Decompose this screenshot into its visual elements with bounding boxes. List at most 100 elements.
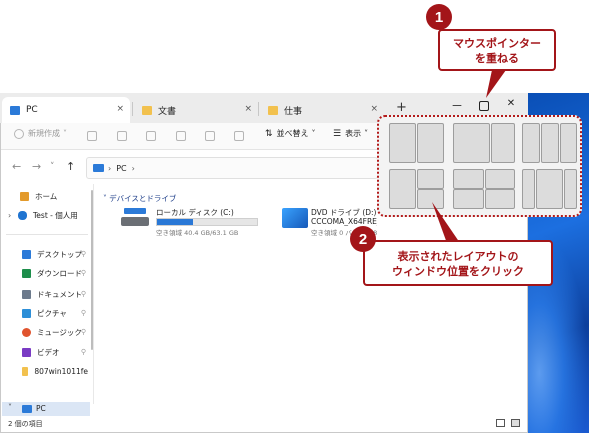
chevron-down-icon: ˅ [103, 194, 107, 203]
tab-close-icon[interactable]: × [116, 104, 124, 114]
sidebar-item-home[interactable]: ホーム [20, 188, 86, 204]
pc-icon [93, 164, 104, 172]
snap-zone[interactable] [453, 123, 490, 163]
tab-label: 文書 [158, 106, 177, 117]
pc-icon [10, 105, 20, 115]
tiles-view-icon[interactable] [511, 419, 520, 427]
sort-button-label: 並べ替え [276, 129, 309, 138]
snap-zone[interactable] [453, 169, 484, 189]
windows-logo-icon [124, 208, 146, 214]
sidebar-item-onedrive[interactable]: › Test - 個人用 [8, 207, 88, 223]
callout-pointer [486, 70, 506, 98]
recent-locations-button[interactable]: ˅ [50, 162, 55, 172]
tab-label: 仕事 [284, 106, 303, 117]
pin-icon: ⚲ [80, 309, 86, 317]
chevron-down-icon: ˅ [63, 129, 67, 138]
sort-icon: ⇅ [265, 128, 273, 139]
new-button-label: 新規作成 [28, 129, 60, 138]
home-icon [20, 191, 29, 201]
sidebar-item-documents[interactable]: ドキュメント ⚲ [22, 286, 86, 302]
snap-zone[interactable] [522, 123, 540, 163]
drive-usage-fill [157, 219, 193, 225]
back-button[interactable]: ← [12, 160, 21, 173]
sidebar-item-label: ビデオ [37, 347, 60, 357]
snap-zone[interactable] [560, 123, 577, 163]
tab-divider [258, 102, 259, 116]
sidebar-item-label: Test - 個人用 [33, 210, 78, 220]
sidebar-scrollbar[interactable] [91, 190, 93, 350]
minimize-button[interactable]: － [447, 97, 467, 114]
new-button[interactable]: 新規作成 ˅ [14, 128, 67, 139]
paste-icon[interactable] [146, 131, 156, 141]
pane-divider [93, 184, 94, 404]
step-badge: 2 [350, 226, 376, 252]
sidebar-item-label: ダウンロード [37, 268, 82, 278]
snap-zone[interactable] [485, 169, 515, 189]
sidebar-item-label: PC [36, 404, 46, 413]
share-icon[interactable] [205, 131, 215, 141]
snap-zone[interactable] [522, 169, 535, 209]
sidebar-item-label: デスクトップ [37, 249, 82, 259]
picture-icon [22, 308, 31, 318]
up-button[interactable]: ↑ [66, 160, 75, 173]
rename-icon[interactable] [176, 131, 186, 141]
delete-icon[interactable] [234, 131, 244, 141]
tab-close-icon[interactable]: × [244, 104, 252, 114]
snap-zone[interactable] [564, 169, 577, 209]
sidebar-item-music[interactable]: ミュージック ⚲ [22, 324, 86, 340]
tab-documents[interactable]: 文書 × [134, 97, 258, 123]
item-count: 2 個の項目 [8, 420, 43, 428]
pin-icon: ⚲ [80, 290, 86, 298]
callout-text: マウスポインター [453, 37, 541, 50]
snap-zone[interactable] [536, 169, 563, 209]
sidebar-item-videos[interactable]: ビデオ ⚲ [22, 344, 86, 360]
callout-text: ウィンドウ位置をクリック [392, 265, 524, 278]
drive-usage-bar [156, 218, 258, 226]
view-icon: ☰ [333, 128, 342, 139]
sidebar-item-downloads[interactable]: ダウンロード ⚲ [22, 265, 86, 281]
sidebar-item-pictures[interactable]: ピクチャ ⚲ [22, 305, 86, 321]
sidebar-item-label: ミュージック [37, 327, 82, 337]
new-tab-button[interactable]: + [396, 100, 407, 115]
pc-icon [22, 405, 32, 413]
snap-zone[interactable] [541, 123, 559, 163]
address-bar[interactable]: › PC › [86, 157, 378, 179]
sidebar-item-label: ピクチャ [37, 308, 67, 318]
pin-icon: ⚲ [80, 328, 86, 336]
breadcrumb-separator: › [131, 163, 135, 173]
snap-zone[interactable] [491, 123, 515, 163]
document-icon [22, 289, 31, 299]
music-icon [22, 327, 31, 337]
snap-zone[interactable] [417, 123, 444, 163]
sidebar-item-label: ホーム [35, 191, 58, 201]
group-header-devices[interactable]: ˅ デバイスとドライブ [103, 193, 176, 204]
snap-zone[interactable] [417, 169, 444, 189]
breadcrumb-separator: › [108, 163, 112, 173]
view-button[interactable]: ☰ 表示 ˅ [333, 128, 368, 139]
snap-zone[interactable] [389, 169, 416, 209]
chevron-down-icon: ˅ [311, 129, 316, 138]
chevron-right-icon[interactable]: › [8, 211, 15, 220]
pin-icon: ⚲ [80, 348, 86, 356]
plus-icon [14, 128, 24, 139]
tab-divider [132, 102, 133, 116]
sidebar-item-folder[interactable]: 807win1011fe [22, 363, 88, 379]
snap-zone[interactable] [485, 189, 515, 209]
snap-zone[interactable] [389, 123, 416, 163]
sidebar-item-pc[interactable]: ˅ PC [2, 402, 90, 416]
callout-text: を重ねる [475, 52, 519, 65]
details-view-icon[interactable] [496, 419, 505, 427]
folder-icon [268, 105, 278, 115]
cloud-icon [18, 210, 27, 220]
tab-work[interactable]: 仕事 × [260, 97, 384, 123]
sort-button[interactable]: ⇅ 並べ替え ˅ [265, 128, 316, 139]
cut-icon[interactable] [87, 131, 97, 141]
tab-pc[interactable]: PC × [2, 97, 130, 123]
forward-button[interactable]: → [32, 160, 41, 173]
sidebar-item-desktop[interactable]: デスクトップ ⚲ [22, 246, 86, 262]
tab-close-icon[interactable]: × [370, 104, 378, 114]
breadcrumb-pc[interactable]: PC [116, 164, 126, 173]
dvd-drive-icon [282, 208, 308, 228]
copy-icon[interactable] [117, 131, 127, 141]
chevron-down-icon[interactable]: ˅ [8, 403, 12, 412]
